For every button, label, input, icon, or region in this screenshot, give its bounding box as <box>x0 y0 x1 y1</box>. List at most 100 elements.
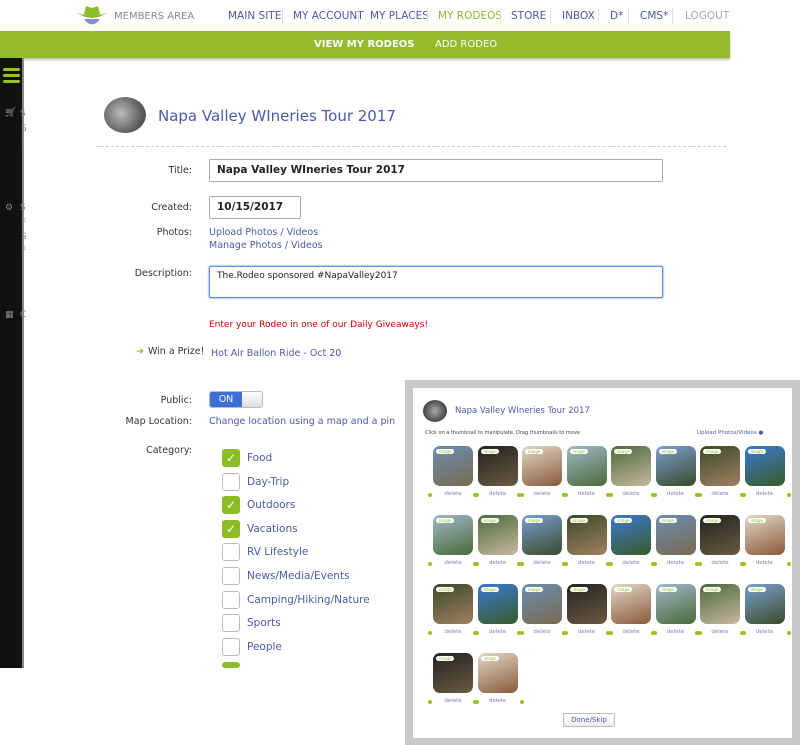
delete-link[interactable]: delete <box>478 629 518 635</box>
delete-link[interactable]: delete <box>656 491 696 497</box>
delete-link[interactable]: delete <box>700 491 740 497</box>
sidebar-item[interactable]: F <box>21 246 26 256</box>
nav-main-site[interactable]: MAIN SITE <box>228 10 281 22</box>
delete-link[interactable]: delete <box>567 560 607 566</box>
photo-thumbnail[interactable]: image <box>744 515 785 555</box>
photo-thumbnail[interactable]: image <box>433 515 473 555</box>
title-input[interactable]: Napa Valley WIneries Tour 2017 <box>209 159 663 182</box>
nav-cms-[interactable]: CMS* <box>640 10 668 22</box>
category-checkbox-row[interactable]: ✓ Outdoors <box>222 496 295 515</box>
category-checkbox-row[interactable]: Camping/Hiking/Nature <box>222 590 370 609</box>
checkbox[interactable]: ✓ <box>222 519 240 538</box>
checkbox[interactable]: ✓ <box>222 496 240 515</box>
nav-my-places[interactable]: MY PLACES <box>370 10 429 22</box>
delete-link[interactable]: delete <box>522 629 562 635</box>
upload-photos-link[interactable]: Upload Photos/Videos ● <box>697 430 763 436</box>
checkbox[interactable] <box>222 543 240 562</box>
sidebar-item[interactable]: I <box>21 138 24 148</box>
delete-link[interactable]: delete <box>611 629 651 635</box>
checkbox[interactable] <box>222 662 240 668</box>
delete-link[interactable]: delete <box>656 560 696 566</box>
delete-link[interactable]: delete <box>433 629 473 635</box>
subnav-view-my-rodeos[interactable]: VIEW MY RODEOS <box>314 39 415 50</box>
photo-thumbnail[interactable]: image <box>611 446 651 486</box>
photo-thumbnail[interactable]: image <box>655 584 696 624</box>
delete-link[interactable]: delete <box>567 629 607 635</box>
delete-link[interactable]: delete <box>522 491 562 497</box>
nav-inbox[interactable]: INBOX <box>562 10 595 22</box>
public-toggle[interactable]: ON <box>209 391 263 408</box>
done-skip-button[interactable]: Done/Skip <box>563 713 615 727</box>
sidebar-item[interactable]: S <box>21 232 27 242</box>
category-checkbox-row[interactable]: News/Media/Events <box>222 567 350 585</box>
map-link[interactable]: Change location using a map and a pin <box>209 416 395 427</box>
photo-thumbnail[interactable]: image <box>433 446 473 486</box>
photo-thumbnail[interactable]: image <box>477 653 518 693</box>
photo-thumbnail[interactable]: image <box>477 515 518 555</box>
nav-logout[interactable]: LOGOUT <box>685 10 729 22</box>
nav-my-account[interactable]: MY ACCOUNT <box>293 10 364 22</box>
delete-link[interactable]: delete <box>611 491 651 497</box>
upload-photos-link[interactable]: Upload Photos / Videos <box>209 227 318 238</box>
photo-thumbnail[interactable]: image <box>655 515 696 555</box>
delete-link[interactable]: delete <box>700 560 740 566</box>
photo-thumbnail[interactable]: image <box>522 515 562 555</box>
delete-link[interactable]: delete <box>745 560 785 566</box>
photo-thumbnail[interactable]: image <box>477 584 518 624</box>
delete-link[interactable]: delete <box>745 629 785 635</box>
photo-thumbnail[interactable]: image <box>611 584 651 624</box>
photo-thumbnail[interactable]: image <box>566 515 607 555</box>
delete-link[interactable]: delete <box>478 698 518 704</box>
category-checkbox-row[interactable]: ✓ Vacations <box>222 519 298 538</box>
delete-link[interactable]: delete <box>433 698 473 704</box>
nav-store[interactable]: STORE <box>511 10 546 22</box>
photo-thumbnail[interactable]: image <box>744 446 785 486</box>
checkbox[interactable] <box>222 637 240 656</box>
photo-thumbnail[interactable]: image <box>700 446 740 486</box>
delete-link[interactable]: delete <box>567 491 607 497</box>
checkbox[interactable]: ✓ <box>222 449 240 467</box>
category-checkbox-row[interactable]: ✓ Food <box>222 449 272 467</box>
photo-thumbnail[interactable]: image <box>655 446 696 486</box>
created-input[interactable]: 10/15/2017 <box>209 196 301 219</box>
delete-link[interactable]: delete <box>656 629 696 635</box>
photo-thumbnail[interactable]: image <box>566 446 607 486</box>
delete-link[interactable]: delete <box>433 491 473 497</box>
photo-thumbnail[interactable]: image <box>522 584 562 624</box>
photo-thumbnail[interactable]: image <box>433 653 473 693</box>
checkbox[interactable] <box>222 614 240 633</box>
prize-link[interactable]: Hot Air Ballon Ride - Oct 20 <box>211 348 341 359</box>
category-checkbox-row[interactable]: Sports <box>222 614 281 633</box>
sidebar-item[interactable]: S <box>20 203 26 213</box>
sidebar-item[interactable]: S <box>21 124 27 134</box>
checkbox[interactable] <box>222 567 240 585</box>
sidebar-item[interactable]: F <box>21 218 26 228</box>
sidebar-item[interactable]: C <box>20 310 26 320</box>
checkbox[interactable] <box>222 472 240 491</box>
delete-link[interactable]: delete <box>745 491 785 497</box>
photo-thumbnail[interactable]: image <box>433 584 473 624</box>
manage-photos-link[interactable]: Manage Photos / Videos <box>209 240 323 251</box>
photo-thumbnail[interactable]: image <box>566 584 607 624</box>
delete-link[interactable]: delete <box>522 560 562 566</box>
photo-thumbnail[interactable]: image <box>700 584 740 624</box>
photo-thumbnail[interactable]: image <box>744 584 785 624</box>
sidebar-item[interactable]: S <box>20 109 26 119</box>
nav-d-[interactable]: D* <box>610 10 623 22</box>
photo-thumbnail[interactable]: image <box>611 515 651 555</box>
delete-link[interactable]: delete <box>700 629 740 635</box>
photo-thumbnail[interactable]: image <box>477 446 518 486</box>
category-checkbox-row[interactable]: People <box>222 637 282 656</box>
category-checkbox-row[interactable]: RV Lifestyle <box>222 543 308 562</box>
nav-my-rodeos[interactable]: MY RODEOS <box>438 10 502 22</box>
subnav-add-rodeo[interactable]: ADD RODEO <box>435 39 497 50</box>
category-checkbox-row[interactable]: Day-Trip <box>222 472 289 491</box>
delete-link[interactable]: delete <box>478 560 518 566</box>
checkbox[interactable] <box>222 590 240 609</box>
menu-icon[interactable] <box>3 68 20 71</box>
delete-link[interactable]: delete <box>611 560 651 566</box>
delete-link[interactable]: delete <box>478 491 518 497</box>
photo-thumbnail[interactable]: image <box>522 446 562 486</box>
description-textarea[interactable]: The.Rodeo sponsored #NapaValley2017 <box>209 266 663 298</box>
delete-link[interactable]: delete <box>433 560 473 566</box>
